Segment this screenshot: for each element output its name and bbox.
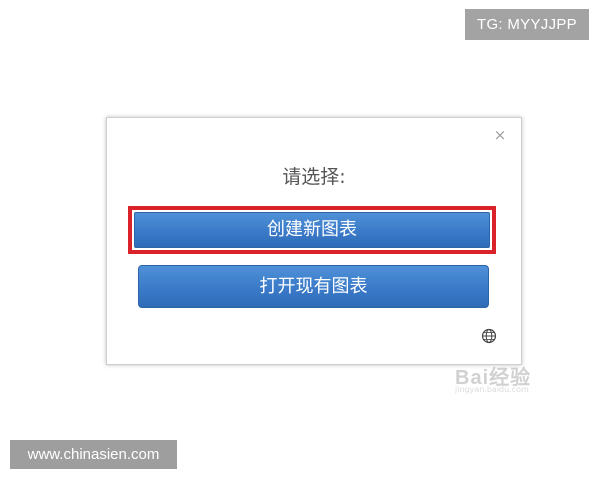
- highlight-annotation-frame: [128, 206, 496, 254]
- dialog-prompt: 请选择:: [282, 166, 346, 188]
- globe-icon[interactable]: [481, 328, 497, 344]
- tg-watermark-badge: TG: MYYJJPP: [465, 9, 589, 40]
- baidu-watermark: Bai经验 jingyan.baidu.com: [455, 353, 575, 403]
- open-existing-chart-button[interactable]: 打开现有图表: [138, 265, 489, 308]
- page: TG: MYYJJPP × 请选择: 创建新图表 打开现有图表 Bai经验 ji…: [0, 0, 600, 480]
- watermark-brand-sub: jingyan.baidu.com: [455, 385, 529, 394]
- site-watermark-badge: www.chinasien.com: [10, 440, 177, 469]
- close-icon[interactable]: ×: [494, 126, 507, 144]
- chart-choice-dialog: × 请选择: 创建新图表 打开现有图表: [106, 117, 522, 365]
- close-button[interactable]: ×: [493, 127, 507, 143]
